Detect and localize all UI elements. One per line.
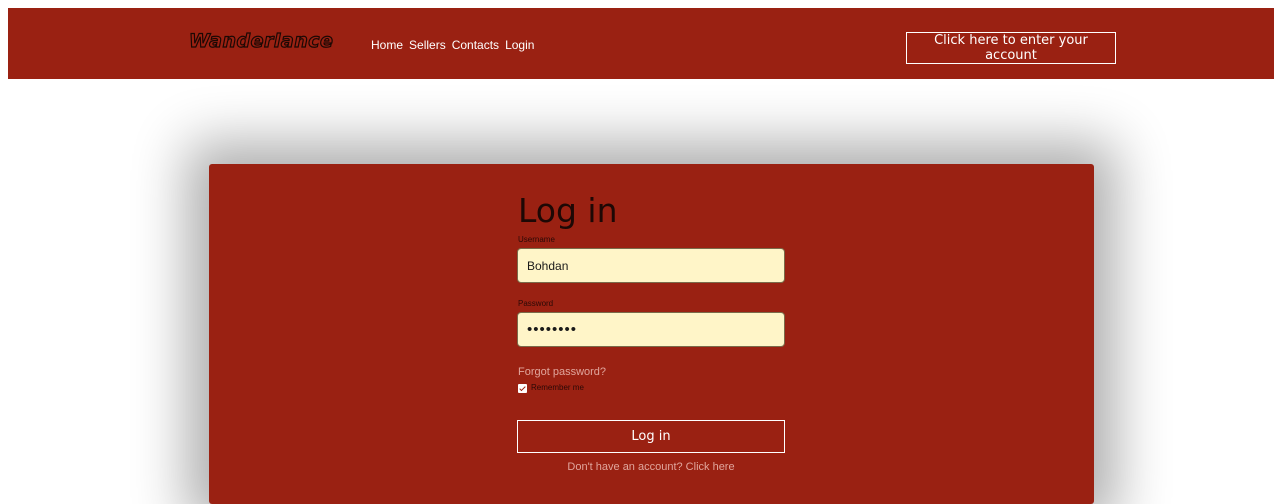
password-label: Password	[518, 299, 554, 308]
signup-link[interactable]: Don't have an account? Click here	[517, 460, 785, 474]
nav-contacts[interactable]: Contacts	[452, 37, 499, 53]
username-label: Username	[518, 235, 555, 244]
nav-home[interactable]: Home	[371, 37, 403, 53]
password-input[interactable]	[517, 312, 785, 347]
login-button[interactable]: Log in	[517, 420, 785, 453]
username-input[interactable]	[517, 248, 785, 283]
main-nav: Home Sellers Contacts Login	[371, 37, 534, 53]
forgot-password-link[interactable]: Forgot password?	[518, 365, 606, 379]
logo[interactable]: Wanderlance	[188, 29, 333, 52]
enter-account-button[interactable]: Click here to enter your account	[906, 32, 1116, 64]
page-title: Log in	[518, 191, 618, 230]
remember-me-checkbox[interactable]	[518, 383, 527, 393]
login-panel: Log in Username Password Forgot password…	[209, 164, 1094, 504]
remember-me[interactable]: Remember me	[518, 383, 584, 393]
remember-me-label: Remember me	[531, 383, 584, 392]
nav-sellers[interactable]: Sellers	[409, 37, 446, 53]
nav-login[interactable]: Login	[505, 37, 534, 53]
